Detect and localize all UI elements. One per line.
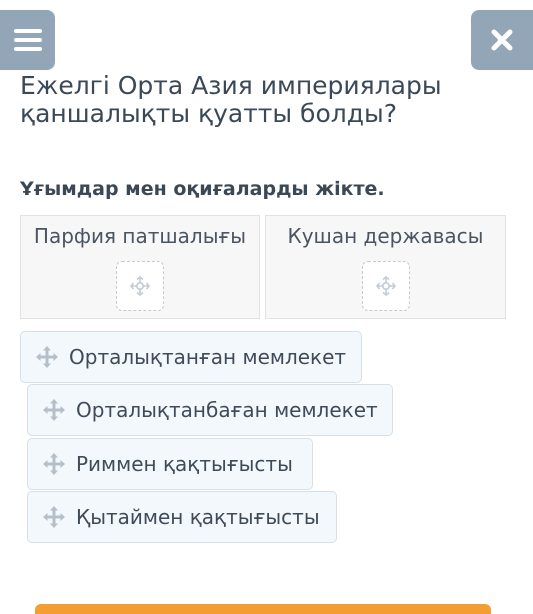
close-icon [491,29,513,51]
draggable-item-decentralized-state[interactable]: Орталықтанбаған мемлекет [27,384,393,436]
drop-zone[interactable] [116,261,164,311]
draggable-item-conflict-rome[interactable]: Риммен қақтығысты [27,438,313,490]
drag-handle-icon [43,399,65,421]
drag-handle-icon [36,346,58,368]
menu-button[interactable] [0,10,55,70]
task-instruction: Ұғымдар мен оқиғаларды жікте. [20,178,385,200]
drop-zone[interactable] [362,261,410,311]
draggable-item-conflict-china[interactable]: Қытаймен қақтығысты [27,491,337,543]
question-title: Ежелгі Орта Азия империялары қаншалықты … [20,71,442,128]
quiz-page: Ежелгі Орта Азия империялары қаншалықты … [0,0,533,614]
move-target-icon [130,276,150,296]
draggable-item-centralized-state[interactable]: Орталықтанған мемлекет [20,331,362,383]
category-label: Парфия патшалығы [33,224,247,248]
category-parthia: Парфия патшалығы [20,215,260,319]
drag-handle-icon [43,453,65,475]
hamburger-menu-icon [13,24,42,56]
category-label: Кушан державасы [287,224,484,248]
move-target-icon [376,276,396,296]
close-button[interactable] [471,10,533,70]
item-label: Орталықтанған мемлекет [69,345,347,369]
drag-handle-icon [43,506,65,528]
category-kushan: Кушан державасы [265,215,506,319]
item-label: Қытаймен қақтығысты [76,505,320,529]
item-label: Орталықтанбаған мемлекет [76,398,378,422]
submit-button[interactable] [35,604,491,614]
item-label: Риммен қақтығысты [76,452,293,476]
